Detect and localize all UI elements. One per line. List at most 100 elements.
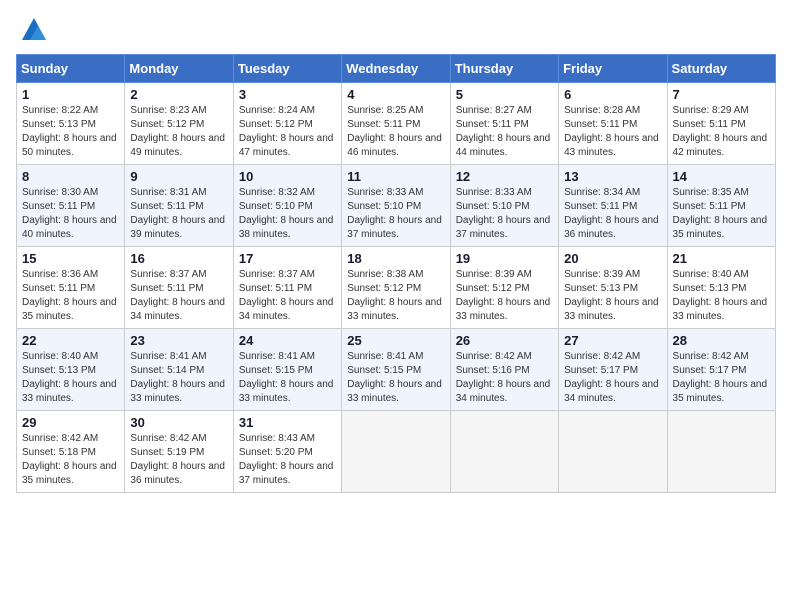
sunset-text: Sunset: 5:10 PM: [239, 201, 313, 212]
sunset-text: Sunset: 5:17 PM: [564, 365, 638, 376]
sunset-text: Sunset: 5:11 PM: [673, 119, 746, 130]
daylight-text: Daylight: 8 hours and 39 minutes.: [130, 215, 225, 240]
day-info: Sunrise: 8:33 AM Sunset: 5:10 PM Dayligh…: [456, 186, 553, 242]
day-number: 30: [130, 415, 227, 430]
day-info: Sunrise: 8:28 AM Sunset: 5:11 PM Dayligh…: [564, 104, 661, 160]
calendar-cell: 25 Sunrise: 8:41 AM Sunset: 5:15 PM Dayl…: [342, 329, 450, 411]
calendar-cell: 24 Sunrise: 8:41 AM Sunset: 5:15 PM Dayl…: [233, 329, 341, 411]
calendar-cell: [559, 411, 667, 493]
sunrise-text: Sunrise: 8:28 AM: [564, 105, 640, 116]
day-info: Sunrise: 8:42 AM Sunset: 5:18 PM Dayligh…: [22, 432, 119, 488]
daylight-text: Daylight: 8 hours and 35 minutes.: [673, 379, 768, 404]
day-number: 29: [22, 415, 119, 430]
day-header-wednesday: Wednesday: [342, 55, 450, 83]
calendar-week-row: 15 Sunrise: 8:36 AM Sunset: 5:11 PM Dayl…: [17, 247, 776, 329]
sunrise-text: Sunrise: 8:29 AM: [673, 105, 749, 116]
day-number: 11: [347, 169, 444, 184]
calendar-cell: 20 Sunrise: 8:39 AM Sunset: 5:13 PM Dayl…: [559, 247, 667, 329]
day-info: Sunrise: 8:42 AM Sunset: 5:19 PM Dayligh…: [130, 432, 227, 488]
calendar-cell: 13 Sunrise: 8:34 AM Sunset: 5:11 PM Dayl…: [559, 165, 667, 247]
day-number: 1: [22, 87, 119, 102]
logo: [16, 16, 48, 44]
sunset-text: Sunset: 5:12 PM: [130, 119, 204, 130]
sunrise-text: Sunrise: 8:35 AM: [673, 187, 749, 198]
sunset-text: Sunset: 5:18 PM: [22, 447, 96, 458]
sunset-text: Sunset: 5:11 PM: [130, 283, 203, 294]
day-number: 5: [456, 87, 553, 102]
calendar-cell: [342, 411, 450, 493]
sunset-text: Sunset: 5:13 PM: [22, 119, 96, 130]
day-header-thursday: Thursday: [450, 55, 558, 83]
calendar-week-row: 8 Sunrise: 8:30 AM Sunset: 5:11 PM Dayli…: [17, 165, 776, 247]
sunrise-text: Sunrise: 8:31 AM: [130, 187, 206, 198]
daylight-text: Daylight: 8 hours and 46 minutes.: [347, 133, 442, 158]
sunrise-text: Sunrise: 8:39 AM: [564, 269, 640, 280]
day-info: Sunrise: 8:43 AM Sunset: 5:20 PM Dayligh…: [239, 432, 336, 488]
sunset-text: Sunset: 5:15 PM: [239, 365, 313, 376]
calendar-cell: 3 Sunrise: 8:24 AM Sunset: 5:12 PM Dayli…: [233, 83, 341, 165]
calendar-cell: 21 Sunrise: 8:40 AM Sunset: 5:13 PM Dayl…: [667, 247, 775, 329]
sunrise-text: Sunrise: 8:42 AM: [564, 351, 640, 362]
calendar-cell: 29 Sunrise: 8:42 AM Sunset: 5:18 PM Dayl…: [17, 411, 125, 493]
sunset-text: Sunset: 5:11 PM: [564, 119, 637, 130]
daylight-text: Daylight: 8 hours and 47 minutes.: [239, 133, 334, 158]
daylight-text: Daylight: 8 hours and 33 minutes.: [239, 379, 334, 404]
day-number: 15: [22, 251, 119, 266]
day-info: Sunrise: 8:36 AM Sunset: 5:11 PM Dayligh…: [22, 268, 119, 324]
day-header-monday: Monday: [125, 55, 233, 83]
sunset-text: Sunset: 5:11 PM: [456, 119, 529, 130]
calendar-cell: 4 Sunrise: 8:25 AM Sunset: 5:11 PM Dayli…: [342, 83, 450, 165]
calendar-cell: 18 Sunrise: 8:38 AM Sunset: 5:12 PM Dayl…: [342, 247, 450, 329]
sunrise-text: Sunrise: 8:37 AM: [130, 269, 206, 280]
day-info: Sunrise: 8:29 AM Sunset: 5:11 PM Dayligh…: [673, 104, 770, 160]
day-header-friday: Friday: [559, 55, 667, 83]
daylight-text: Daylight: 8 hours and 33 minutes.: [347, 297, 442, 322]
sunrise-text: Sunrise: 8:40 AM: [22, 351, 98, 362]
calendar-cell: 5 Sunrise: 8:27 AM Sunset: 5:11 PM Dayli…: [450, 83, 558, 165]
day-number: 12: [456, 169, 553, 184]
daylight-text: Daylight: 8 hours and 33 minutes.: [673, 297, 768, 322]
calendar-cell: 14 Sunrise: 8:35 AM Sunset: 5:11 PM Dayl…: [667, 165, 775, 247]
calendar-cell: 16 Sunrise: 8:37 AM Sunset: 5:11 PM Dayl…: [125, 247, 233, 329]
day-info: Sunrise: 8:38 AM Sunset: 5:12 PM Dayligh…: [347, 268, 444, 324]
calendar-header-row: SundayMondayTuesdayWednesdayThursdayFrid…: [17, 55, 776, 83]
daylight-text: Daylight: 8 hours and 37 minutes.: [456, 215, 551, 240]
sunrise-text: Sunrise: 8:33 AM: [347, 187, 423, 198]
sunrise-text: Sunrise: 8:23 AM: [130, 105, 206, 116]
sunset-text: Sunset: 5:12 PM: [456, 283, 530, 294]
day-number: 22: [22, 333, 119, 348]
sunset-text: Sunset: 5:13 PM: [22, 365, 96, 376]
daylight-text: Daylight: 8 hours and 34 minutes.: [456, 379, 551, 404]
day-number: 28: [673, 333, 770, 348]
sunrise-text: Sunrise: 8:41 AM: [347, 351, 423, 362]
day-info: Sunrise: 8:41 AM Sunset: 5:14 PM Dayligh…: [130, 350, 227, 406]
calendar-week-row: 1 Sunrise: 8:22 AM Sunset: 5:13 PM Dayli…: [17, 83, 776, 165]
day-number: 25: [347, 333, 444, 348]
sunrise-text: Sunrise: 8:42 AM: [456, 351, 532, 362]
calendar-cell: 10 Sunrise: 8:32 AM Sunset: 5:10 PM Dayl…: [233, 165, 341, 247]
day-number: 20: [564, 251, 661, 266]
day-info: Sunrise: 8:41 AM Sunset: 5:15 PM Dayligh…: [347, 350, 444, 406]
day-number: 24: [239, 333, 336, 348]
day-info: Sunrise: 8:31 AM Sunset: 5:11 PM Dayligh…: [130, 186, 227, 242]
sunset-text: Sunset: 5:17 PM: [673, 365, 747, 376]
sunset-text: Sunset: 5:19 PM: [130, 447, 204, 458]
day-number: 17: [239, 251, 336, 266]
calendar-cell: 26 Sunrise: 8:42 AM Sunset: 5:16 PM Dayl…: [450, 329, 558, 411]
day-info: Sunrise: 8:35 AM Sunset: 5:11 PM Dayligh…: [673, 186, 770, 242]
sunrise-text: Sunrise: 8:30 AM: [22, 187, 98, 198]
day-number: 10: [239, 169, 336, 184]
calendar-week-row: 22 Sunrise: 8:40 AM Sunset: 5:13 PM Dayl…: [17, 329, 776, 411]
sunset-text: Sunset: 5:11 PM: [22, 201, 95, 212]
daylight-text: Daylight: 8 hours and 35 minutes.: [22, 297, 117, 322]
sunset-text: Sunset: 5:16 PM: [456, 365, 530, 376]
calendar-cell: 8 Sunrise: 8:30 AM Sunset: 5:11 PM Dayli…: [17, 165, 125, 247]
day-info: Sunrise: 8:25 AM Sunset: 5:11 PM Dayligh…: [347, 104, 444, 160]
day-info: Sunrise: 8:37 AM Sunset: 5:11 PM Dayligh…: [130, 268, 227, 324]
day-info: Sunrise: 8:37 AM Sunset: 5:11 PM Dayligh…: [239, 268, 336, 324]
daylight-text: Daylight: 8 hours and 44 minutes.: [456, 133, 551, 158]
sunset-text: Sunset: 5:11 PM: [673, 201, 746, 212]
calendar-cell: 28 Sunrise: 8:42 AM Sunset: 5:17 PM Dayl…: [667, 329, 775, 411]
sunset-text: Sunset: 5:10 PM: [456, 201, 530, 212]
calendar-cell: 9 Sunrise: 8:31 AM Sunset: 5:11 PM Dayli…: [125, 165, 233, 247]
